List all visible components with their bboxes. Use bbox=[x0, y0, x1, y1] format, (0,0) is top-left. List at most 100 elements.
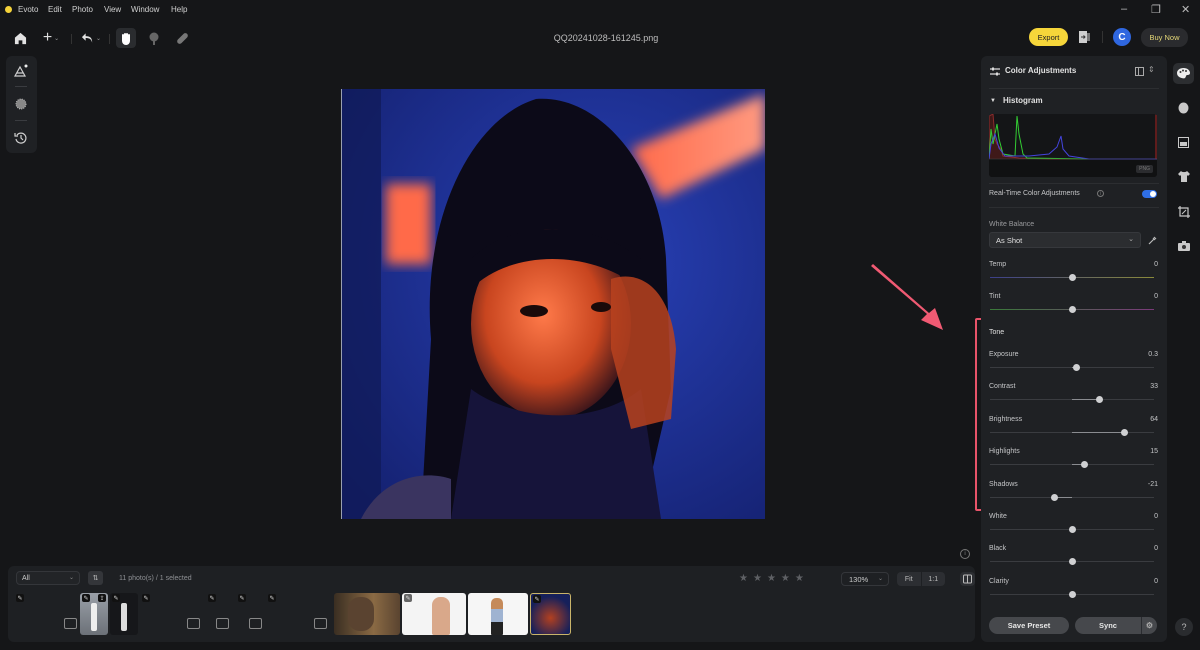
thumbnail[interactable]: ✎ bbox=[14, 593, 80, 635]
background-tab[interactable] bbox=[1173, 132, 1194, 153]
color-palette-tab[interactable] bbox=[1173, 63, 1194, 84]
history-icon bbox=[14, 132, 27, 144]
ai-enhance-button[interactable] bbox=[13, 64, 28, 82]
eyedropper-icon[interactable] bbox=[1148, 236, 1157, 245]
clothing-tab[interactable] bbox=[1173, 166, 1194, 187]
slider-value-black[interactable]: 0 bbox=[1154, 545, 1158, 552]
maximize-button[interactable]: ❐ bbox=[1151, 3, 1161, 16]
slider-shadows[interactable] bbox=[990, 493, 1154, 501]
one-to-one-button[interactable]: 1:1 bbox=[922, 572, 946, 586]
slider-exposure[interactable] bbox=[990, 364, 1154, 371]
thumbnail[interactable]: ✎ ⇪ bbox=[80, 593, 108, 635]
star-icon[interactable]: ★ bbox=[795, 573, 809, 584]
thumbnail-selected[interactable]: ✎ bbox=[530, 593, 571, 635]
camera-tab[interactable] bbox=[1173, 235, 1194, 256]
star-icon[interactable]: ★ bbox=[739, 573, 753, 584]
realtime-toggle[interactable] bbox=[1142, 190, 1157, 198]
save-preset-button[interactable]: Save Preset bbox=[989, 617, 1069, 634]
compare-view-button[interactable] bbox=[960, 572, 975, 586]
slider-value-temp[interactable]: 0 bbox=[1154, 261, 1158, 268]
star-icon[interactable]: ★ bbox=[753, 573, 767, 584]
rating-stars[interactable]: ★★★★★ bbox=[739, 573, 809, 584]
thumbnail[interactable]: ✎ bbox=[402, 593, 466, 635]
slider-tint[interactable] bbox=[990, 306, 1154, 314]
slider-value-tint[interactable]: 0 bbox=[1154, 293, 1158, 300]
slider-handle[interactable] bbox=[1068, 590, 1076, 598]
thumbnail-figure bbox=[432, 597, 450, 635]
slider-value-contrast[interactable]: 33 bbox=[1150, 383, 1158, 390]
help-button[interactable]: ? bbox=[1175, 618, 1193, 636]
slider-value-exposure[interactable]: 0.3 bbox=[1148, 351, 1158, 358]
thumbnail[interactable] bbox=[334, 593, 400, 635]
missing-image-icon bbox=[187, 618, 200, 629]
slider-clarity[interactable] bbox=[990, 590, 1154, 598]
slider-handle[interactable] bbox=[1068, 526, 1076, 533]
edited-pen-icon: ✎ bbox=[268, 594, 276, 602]
collapse-triangle-icon[interactable]: ▼ bbox=[990, 98, 996, 104]
face-tab[interactable] bbox=[1173, 97, 1194, 118]
thumbnail[interactable]: ✎ bbox=[206, 593, 234, 635]
slider-value-clarity[interactable]: 0 bbox=[1154, 578, 1158, 585]
slider-label-black: Black bbox=[989, 545, 1007, 553]
share-button[interactable] bbox=[1079, 30, 1091, 44]
slider-white[interactable] bbox=[990, 526, 1154, 533]
filter-select[interactable]: All ⌄ bbox=[16, 571, 80, 585]
buy-now-button[interactable]: Buy Now bbox=[1141, 28, 1188, 47]
slider-value-white[interactable]: 0 bbox=[1154, 513, 1158, 520]
info-icon[interactable]: i bbox=[960, 549, 970, 559]
slider-label-white: White bbox=[989, 513, 1007, 520]
sync-button[interactable]: Sync bbox=[1075, 617, 1141, 634]
menu-help[interactable]: Help bbox=[171, 5, 187, 14]
slider-black[interactable] bbox=[990, 558, 1154, 566]
toolbar: + ⌄ ⌄ QQ20241028-161245.png bbox=[0, 20, 1200, 56]
expand-collapse-icon[interactable]: ⇕ bbox=[1148, 65, 1155, 74]
slider-contrast[interactable] bbox=[990, 396, 1154, 404]
slider-value-brightness[interactable]: 64 bbox=[1150, 416, 1158, 423]
menu-window[interactable]: Window bbox=[131, 5, 159, 14]
slider-handle[interactable] bbox=[1051, 493, 1059, 501]
slider-temp[interactable] bbox=[990, 274, 1154, 281]
avatar[interactable]: C bbox=[1113, 28, 1131, 46]
slider-highlights[interactable] bbox=[990, 461, 1154, 469]
fit-button[interactable]: Fit bbox=[897, 572, 922, 586]
menu-edit[interactable]: Edit bbox=[48, 5, 62, 14]
menu-view[interactable]: View bbox=[104, 5, 121, 14]
crop-tab[interactable] bbox=[1173, 201, 1194, 222]
star-icon[interactable]: ★ bbox=[781, 573, 795, 584]
slider-label-temp: Temp bbox=[989, 261, 1007, 268]
zoom-select[interactable]: 130% ⌄ bbox=[841, 572, 889, 586]
photo-canvas[interactable] bbox=[341, 89, 765, 519]
sync-settings-button[interactable]: ⚙ bbox=[1141, 617, 1157, 634]
dust-removal-button[interactable] bbox=[14, 97, 28, 116]
slider-brightness[interactable] bbox=[990, 428, 1154, 436]
minimize-button[interactable]: – bbox=[1121, 3, 1127, 15]
panel-layout-icon[interactable] bbox=[1135, 67, 1144, 76]
star-icon[interactable]: ★ bbox=[767, 573, 781, 584]
history-button[interactable] bbox=[14, 131, 28, 150]
menu-photo[interactable]: Photo bbox=[72, 5, 93, 14]
slider-handle[interactable] bbox=[1120, 428, 1128, 436]
slider-handle[interactable] bbox=[1080, 461, 1088, 469]
thumbnail[interactable]: ✎ bbox=[110, 593, 138, 635]
info-icon[interactable]: i bbox=[1097, 190, 1104, 197]
edited-pen-icon: ✎ bbox=[238, 594, 246, 602]
menu-bar: Evoto Edit Photo View Window Help – ❐ ✕ bbox=[0, 0, 1200, 20]
slider-value-shadows[interactable]: -21 bbox=[1148, 481, 1158, 488]
slider-value-highlights[interactable]: 15 bbox=[1150, 448, 1158, 455]
sort-button[interactable]: ⇅ bbox=[88, 571, 103, 585]
white-balance-select[interactable]: As Shot ⌄ bbox=[989, 232, 1141, 248]
thumbnail[interactable]: ✎ bbox=[236, 593, 264, 635]
adjustments-sliders-icon bbox=[990, 67, 1000, 76]
close-button[interactable]: ✕ bbox=[1181, 3, 1190, 16]
slider-handle[interactable] bbox=[1073, 364, 1081, 371]
slider-handle[interactable] bbox=[1068, 274, 1076, 281]
export-button[interactable]: Export bbox=[1029, 28, 1068, 46]
chevron-down-icon: ⌄ bbox=[68, 575, 74, 581]
thumbnail[interactable]: ✎ bbox=[266, 593, 332, 635]
slider-handle[interactable] bbox=[1068, 558, 1076, 566]
slider-handle[interactable] bbox=[1068, 306, 1076, 314]
slider-handle[interactable] bbox=[1095, 396, 1103, 404]
chevron-down-icon: ⌄ bbox=[1128, 236, 1134, 243]
thumbnail[interactable]: ✎ bbox=[140, 593, 206, 635]
thumbnail[interactable] bbox=[468, 593, 528, 635]
